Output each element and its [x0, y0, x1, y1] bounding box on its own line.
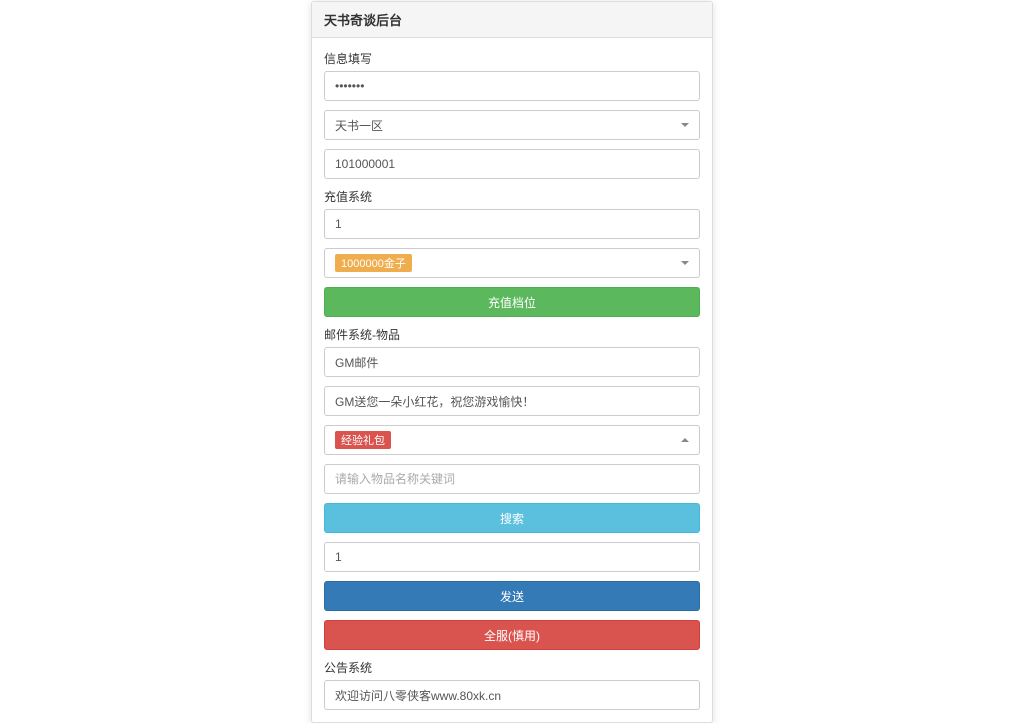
item-search-input[interactable]	[324, 464, 700, 494]
chevron-down-icon	[681, 123, 689, 127]
panel-title: 天书奇谈后台	[312, 2, 712, 38]
admin-panel: 天书奇谈后台 信息填写 天书一区 充值系统 1000000金子 充值档位 邮件系…	[311, 1, 713, 723]
player-id-input[interactable]	[324, 149, 700, 179]
all-server-button[interactable]: 全服(慎用)	[324, 620, 700, 650]
item-quantity-input[interactable]	[324, 542, 700, 572]
zone-dropdown-value: 天书一区	[335, 117, 383, 134]
recharge-button[interactable]: 充值档位	[324, 287, 700, 317]
item-badge: 经验礼包	[335, 431, 391, 449]
zone-dropdown[interactable]: 天书一区	[324, 110, 700, 140]
mail-title-input[interactable]	[324, 347, 700, 377]
password-input[interactable]	[324, 71, 700, 101]
gold-dropdown[interactable]: 1000000金子	[324, 248, 700, 278]
chevron-up-icon	[681, 438, 689, 442]
mail-label: 邮件系统-物品	[324, 326, 700, 343]
chevron-down-icon	[681, 261, 689, 265]
panel-body: 信息填写 天书一区 充值系统 1000000金子 充值档位 邮件系统-物品 经验…	[312, 38, 712, 722]
gold-badge: 1000000金子	[335, 254, 412, 272]
notice-content-input[interactable]	[324, 680, 700, 710]
item-dropdown[interactable]: 经验礼包	[324, 425, 700, 455]
search-button[interactable]: 搜索	[324, 503, 700, 533]
notice-label: 公告系统	[324, 659, 700, 676]
send-button[interactable]: 发送	[324, 581, 700, 611]
recharge-label: 充值系统	[324, 188, 700, 205]
mail-content-input[interactable]	[324, 386, 700, 416]
info-label: 信息填写	[324, 50, 700, 67]
recharge-amount-input[interactable]	[324, 209, 700, 239]
